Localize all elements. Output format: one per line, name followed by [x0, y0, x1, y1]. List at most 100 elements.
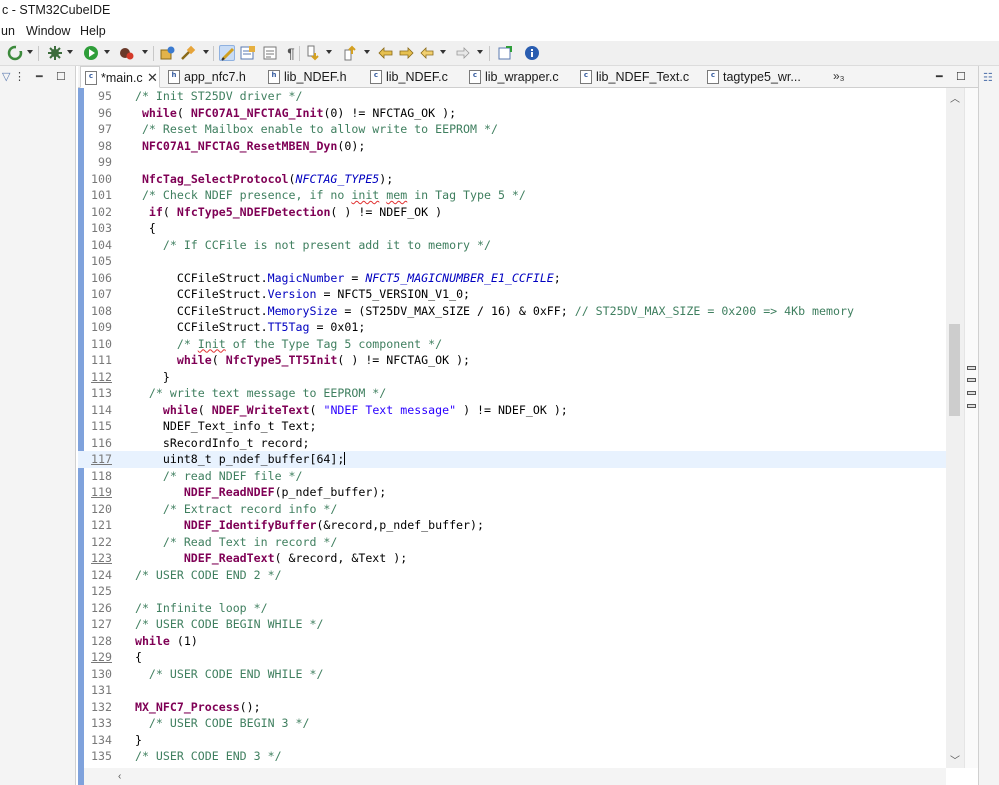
tab-tagtype5-wr[interactable]: c tagtype5_wr... — [703, 66, 801, 88]
info-icon[interactable] — [524, 45, 540, 61]
code-line[interactable]: 107 CCFileStruct.Version = NFCT5_VERSION… — [78, 286, 948, 303]
code-line[interactable]: 133 /* USER CODE BEGIN 3 */ — [78, 715, 948, 732]
line-code[interactable]: if( NfcType5_NDEFDetection( ) != NDEF_OK… — [121, 204, 442, 221]
line-code[interactable]: /* USER CODE END 3 */ — [121, 748, 282, 765]
line-code[interactable]: uint8_t p_ndef_buffer[64]; — [121, 451, 346, 468]
code-line[interactable]: 102 if( NfcType5_NDEFDetection( ) != NDE… — [78, 204, 948, 221]
code-line[interactable]: 105 — [78, 253, 948, 270]
tab-lib-ndef-c[interactable]: c lib_NDEF.c — [366, 66, 448, 88]
line-code[interactable]: /* USER CODE BEGIN 3 */ — [121, 715, 310, 732]
code-line[interactable]: 101 /* Check NDEF presence, if no init m… — [78, 187, 948, 204]
code-line[interactable]: 112 } — [78, 369, 948, 386]
right-arrow-dropdown-icon[interactable] — [477, 50, 483, 54]
line-code[interactable]: /* Read Text in record */ — [121, 534, 338, 551]
line-code[interactable]: /* USER CODE END WHILE */ — [121, 666, 324, 683]
tab-lib-ndef-text-c[interactable]: c lib_NDEF_Text.c — [576, 66, 689, 88]
code-line[interactable]: 130 /* USER CODE END WHILE */ — [78, 666, 948, 683]
code-line[interactable]: 131 — [78, 682, 948, 699]
code-line[interactable]: 98 NFC07A1_NFCTAG_ResetMBEN_Dyn(0); — [78, 138, 948, 155]
code-line[interactable]: 97 /* Reset Mailbox enable to allow writ… — [78, 121, 948, 138]
code-line[interactable]: 95 /* Init ST25DV driver */ — [78, 88, 948, 105]
settings-dropdown-icon[interactable] — [67, 50, 73, 54]
line-code[interactable]: while (1) — [121, 633, 198, 650]
code-line[interactable]: 113 /* write text message to EEPROM */ — [78, 385, 948, 402]
debug-icon[interactable] — [118, 45, 134, 61]
left-arrow-dropdown-icon[interactable] — [440, 50, 446, 54]
line-code[interactable]: CCFileStruct.MemorySize = (ST25DV_MAX_SI… — [121, 303, 854, 320]
overview-mark[interactable] — [967, 366, 976, 370]
line-code[interactable]: while( NDEF_WriteText( "NDEF Text messag… — [121, 402, 568, 419]
editor-icon[interactable] — [240, 45, 256, 61]
line-code[interactable]: /* Reset Mailbox enable to allow write t… — [121, 121, 498, 138]
menu-run[interactable]: un — [1, 24, 15, 38]
tab-app-nfc7-h[interactable]: h app_nfc7.h — [164, 66, 246, 88]
line-code[interactable]: NDEF_IdentifyBuffer(&record,p_ndef_buffe… — [121, 517, 484, 534]
chevron-up-icon[interactable]: ︿ — [950, 90, 960, 105]
line-code[interactable]: CCFileStruct.TT5Tag = 0x01; — [121, 319, 366, 336]
code-line[interactable]: 99 — [78, 154, 948, 171]
build-dropdown-icon[interactable] — [203, 50, 209, 54]
code-line[interactable]: 124 /* USER CODE END 2 */ — [78, 567, 948, 584]
code-line[interactable]: 126 /* Infinite loop */ — [78, 600, 948, 617]
code-line[interactable]: 125 — [78, 583, 948, 600]
line-code[interactable]: CCFileStruct.MagicNumber = NFCT5_MAGICNU… — [121, 270, 561, 287]
tab-lib-wrapper-c[interactable]: c lib_wrapper.c — [465, 66, 559, 88]
chevron-left-icon[interactable]: ‹ — [118, 771, 121, 782]
chevron-down-icon[interactable]: ﹀ — [950, 752, 960, 767]
line-code[interactable]: { — [121, 649, 142, 666]
filter-icon[interactable]: ▽ — [2, 70, 10, 83]
line-code[interactable]: /* USER CODE BEGIN WHILE */ — [121, 616, 323, 633]
annotation-up-icon[interactable] — [342, 45, 358, 61]
line-code[interactable]: while( NfcType5_TT5Init( ) != NFCTAG_OK … — [121, 352, 470, 369]
line-code[interactable]: while( NFC07A1_NFCTAG_Init(0) != NFCTAG_… — [121, 105, 456, 122]
pin-icon[interactable] — [497, 45, 513, 61]
annotation-down-dropdown-icon[interactable] — [326, 50, 332, 54]
line-code[interactable]: /* Init of the Type Tag 5 component */ — [121, 336, 442, 353]
code-line[interactable]: 110 /* Init of the Type Tag 5 component … — [78, 336, 948, 353]
forward-icon[interactable] — [398, 45, 414, 61]
code-line[interactable]: 127 /* USER CODE BEGIN WHILE */ — [78, 616, 948, 633]
line-code[interactable]: NfcTag_SelectProtocol(NFCTAG_TYPE5); — [121, 171, 393, 188]
code-line[interactable]: 100 NfcTag_SelectProtocol(NFCTAG_TYPE5); — [78, 171, 948, 188]
line-code[interactable]: { — [121, 220, 156, 237]
line-code[interactable]: CCFileStruct.Version = NFCT5_VERSION_V1_… — [121, 286, 470, 303]
line-code[interactable]: NDEF_Text_info_t Text; — [121, 418, 317, 435]
code-line[interactable]: 135 /* USER CODE END 3 */ — [78, 748, 948, 765]
overview-mark[interactable] — [967, 391, 976, 395]
code-line[interactable]: 129 { — [78, 649, 948, 666]
code-line[interactable]: 96 while( NFC07A1_NFCTAG_Init(0) != NFCT… — [78, 105, 948, 122]
line-code[interactable]: /* If CCFile is not present add it to me… — [121, 237, 491, 254]
run-dropdown-icon[interactable] — [104, 50, 110, 54]
menu-help[interactable]: Help — [80, 24, 106, 38]
line-code[interactable]: /* USER CODE END 2 */ — [121, 567, 282, 584]
line-code[interactable]: NDEF_ReadText( &record, &Text ); — [121, 550, 407, 567]
code-line[interactable]: 119 NDEF_ReadNDEF(p_ndef_buffer); — [78, 484, 948, 501]
minimize-icon[interactable]: ━ — [36, 70, 43, 83]
code-line[interactable]: 117 uint8_t p_ndef_buffer[64]; — [78, 451, 948, 468]
maximize-icon[interactable]: ☐ — [56, 70, 66, 83]
line-code[interactable]: MX_NFC7_Process(); — [121, 699, 261, 716]
code-line[interactable]: 122 /* Read Text in record */ — [78, 534, 948, 551]
debug-dropdown-icon[interactable] — [142, 50, 148, 54]
settings-icon[interactable] — [47, 45, 63, 61]
line-code[interactable]: NFC07A1_NFCTAG_ResetMBEN_Dyn(0); — [121, 138, 365, 155]
line-code[interactable]: /* Infinite loop */ — [121, 600, 268, 617]
editor-alt-icon[interactable] — [262, 45, 278, 61]
code-line[interactable]: 134 } — [78, 732, 948, 749]
annotation-down-icon[interactable] — [305, 45, 321, 61]
horizontal-scrollbar[interactable]: ‹ — [84, 768, 946, 785]
code-line[interactable]: 121 NDEF_IdentifyBuffer(&record,p_ndef_b… — [78, 517, 948, 534]
tab-lib-ndef-h[interactable]: h lib_NDEF.h — [264, 66, 347, 88]
overview-mark[interactable] — [967, 378, 976, 382]
menu-icon[interactable]: ⋮ — [14, 70, 25, 83]
code-line[interactable]: 118 /* read NDEF file */ — [78, 468, 948, 485]
overview-mark[interactable] — [967, 404, 976, 408]
line-code[interactable]: /* read NDEF file */ — [121, 468, 303, 485]
vertical-scrollbar[interactable]: ︿ ﹀ — [946, 88, 964, 768]
code-line[interactable]: 111 while( NfcType5_TT5Init( ) != NFCTAG… — [78, 352, 948, 369]
tab-overflow-button[interactable]: »₃ — [833, 69, 845, 83]
new-dropdown-icon[interactable] — [27, 50, 33, 54]
code-line[interactable]: 104 /* If CCFile is not present add it t… — [78, 237, 948, 254]
code-line[interactable]: 132 MX_NFC7_Process(); — [78, 699, 948, 716]
line-code[interactable]: } — [121, 732, 142, 749]
